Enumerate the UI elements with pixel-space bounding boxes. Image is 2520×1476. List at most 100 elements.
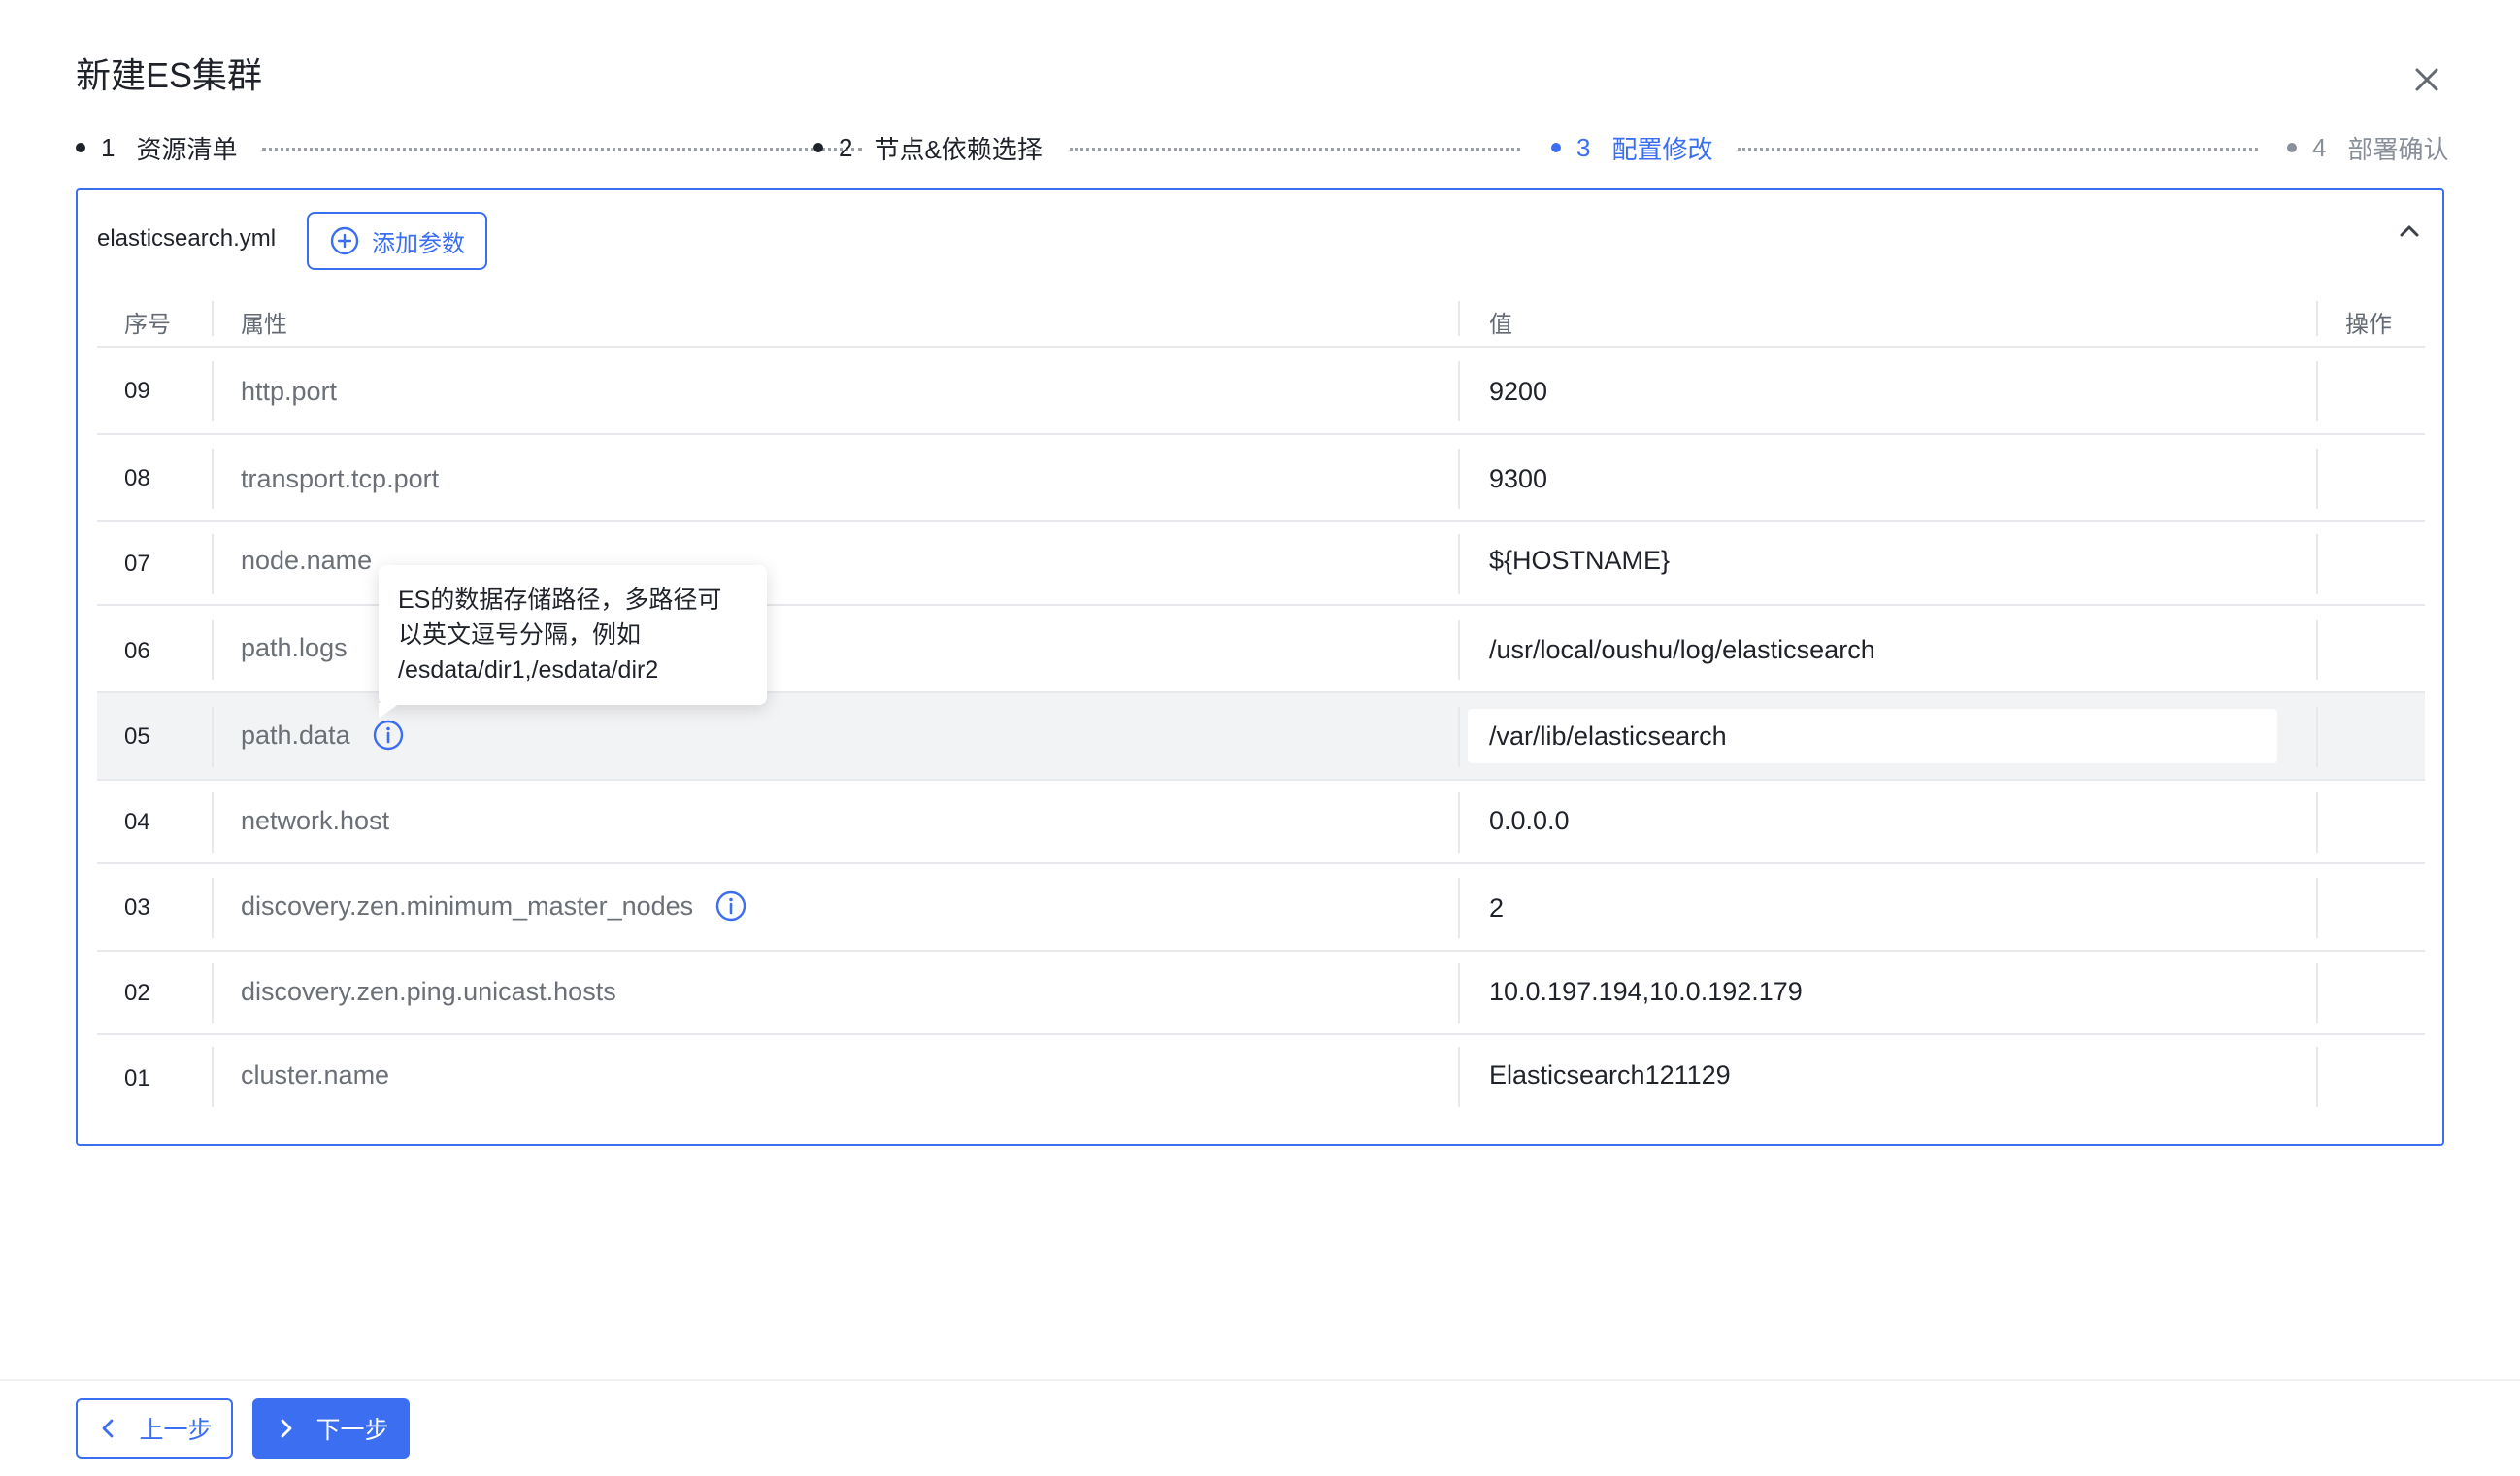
chevron-left-icon <box>103 1419 114 1438</box>
step-label: 节点&依赖选择 <box>874 134 1043 164</box>
row-index: 04 <box>124 809 150 835</box>
row-property: discovery.zen.minimum_master_nodes <box>241 889 747 922</box>
column-divider <box>2316 620 2318 680</box>
header-action: 操作 <box>2345 312 2392 338</box>
step-dot <box>76 143 85 152</box>
column-divider <box>212 963 214 1023</box>
table-row[interactable]: 09 http.port 9200 <box>97 348 2425 435</box>
column-divider <box>1458 449 1460 509</box>
row-value[interactable]: 0.0.0.0 <box>1489 804 1570 837</box>
column-divider <box>1458 963 1460 1023</box>
step-connector <box>1070 148 1520 151</box>
column-divider <box>2316 301 2318 336</box>
info-icon[interactable] <box>714 889 747 922</box>
column-divider <box>212 878 214 938</box>
property-name: discovery.zen.minimum_master_nodes <box>241 891 694 921</box>
chevron-up-icon[interactable] <box>2390 212 2429 251</box>
column-divider <box>2316 361 2318 421</box>
step-2: 2 节点&依赖选择 <box>813 128 1043 167</box>
value-input[interactable]: /var/lib/elasticsearch <box>1468 709 2277 763</box>
column-divider <box>1458 301 1460 336</box>
row-index: 02 <box>124 980 150 1006</box>
row-value[interactable]: 9300 <box>1489 462 1547 495</box>
row-property: http.port <box>241 375 337 408</box>
row-value[interactable]: 10.0.197.194,10.0.192.179 <box>1489 975 1803 1008</box>
row-value[interactable]: 9200 <box>1489 375 1547 408</box>
row-index: 09 <box>124 378 150 404</box>
row-property: path.logs <box>241 631 348 664</box>
step-connector <box>1738 148 2258 151</box>
column-divider <box>1458 707 1460 767</box>
column-divider <box>1458 620 1460 680</box>
tooltip-line: ES的数据存储路径，多路径可 <box>398 587 722 614</box>
column-divider <box>212 301 214 336</box>
property-name: path.logs <box>241 633 348 662</box>
tooltip-line: 以英文逗号分隔，例如 <box>398 621 642 649</box>
info-icon[interactable] <box>372 719 405 752</box>
table-row[interactable]: 04 network.host 0.0.0.0 <box>97 781 2425 864</box>
column-divider <box>2316 792 2318 853</box>
property-name: transport.tcp.port <box>241 464 440 493</box>
stepper: 1 资源清单 2 节点&依赖选择 3 配置修改 4 部署确认 <box>76 128 2448 167</box>
column-divider <box>212 449 214 509</box>
step-connector <box>262 148 862 151</box>
row-index: 08 <box>124 465 150 491</box>
header-index: 序号 <box>124 312 171 338</box>
step-4: 4 部署确认 <box>2287 128 2448 167</box>
row-index: 07 <box>124 551 150 577</box>
step-dot <box>813 143 823 152</box>
next-step-button[interactable]: 下一步 <box>252 1398 410 1459</box>
column-divider <box>2316 707 2318 767</box>
row-property: path.data <box>241 719 405 752</box>
previous-step-button[interactable]: 上一步 <box>76 1398 233 1459</box>
row-value[interactable]: ${HOSTNAME} <box>1489 544 1670 577</box>
table-row[interactable]: 08 transport.tcp.port 9300 <box>97 435 2425 522</box>
row-value[interactable]: 2 <box>1489 891 1504 924</box>
step-3: 3 配置修改 <box>1551 128 1712 167</box>
config-file-name: elasticsearch.yml <box>97 225 277 252</box>
property-name: http.port <box>241 377 338 406</box>
step-number: 1 <box>101 132 116 162</box>
header-property: 属性 <box>241 312 287 338</box>
property-name: cluster.name <box>241 1060 390 1090</box>
row-index: 06 <box>124 638 150 664</box>
add-parameter-button[interactable]: 添加参数 <box>307 212 487 270</box>
step-label: 资源清单 <box>136 134 238 164</box>
step-dot <box>1551 143 1561 152</box>
row-index: 05 <box>124 723 150 750</box>
previous-step-label: 上一步 <box>139 1417 213 1444</box>
column-divider <box>1458 361 1460 421</box>
row-value[interactable]: /usr/local/oushu/log/elasticsearch <box>1489 633 1875 666</box>
step-number: 4 <box>2312 132 2327 162</box>
column-divider <box>2316 963 2318 1023</box>
column-divider <box>212 1047 214 1107</box>
property-name: network.host <box>241 806 390 835</box>
column-divider <box>212 361 214 421</box>
column-divider <box>212 792 214 853</box>
property-name: path.data <box>241 721 350 750</box>
row-property: network.host <box>241 804 389 837</box>
column-divider <box>212 534 214 594</box>
table-header: 序号 属性 值 操作 <box>97 287 2425 348</box>
step-label: 部署确认 <box>2347 134 2449 164</box>
tooltip-arrow <box>379 703 400 719</box>
table-row-active[interactable]: 05 path.data /var/lib/elasticsearch <box>97 693 2425 781</box>
step-number: 3 <box>1576 132 1591 162</box>
close-icon[interactable] <box>2404 56 2450 103</box>
next-step-label: 下一步 <box>315 1417 389 1444</box>
column-divider <box>2316 1047 2318 1107</box>
property-name: discovery.zen.ping.unicast.hosts <box>241 977 616 1006</box>
row-property: transport.tcp.port <box>241 462 439 495</box>
table-row[interactable]: 03 discovery.zen.minimum_master_nodes 2 <box>97 864 2425 952</box>
column-divider <box>1458 878 1460 938</box>
property-name: node.name <box>241 546 373 575</box>
column-divider <box>212 707 214 767</box>
step-1: 1 资源清单 <box>76 128 237 167</box>
row-index: 01 <box>124 1065 150 1091</box>
table-row[interactable]: 01 cluster.name Elasticsearch121129 <box>97 1035 2425 1119</box>
row-value[interactable]: Elasticsearch121129 <box>1489 1058 1731 1091</box>
row-property: cluster.name <box>241 1058 389 1091</box>
table-row[interactable]: 02 discovery.zen.ping.unicast.hosts 10.0… <box>97 952 2425 1035</box>
step-number: 2 <box>839 132 853 162</box>
row-property: node.name <box>241 544 372 577</box>
